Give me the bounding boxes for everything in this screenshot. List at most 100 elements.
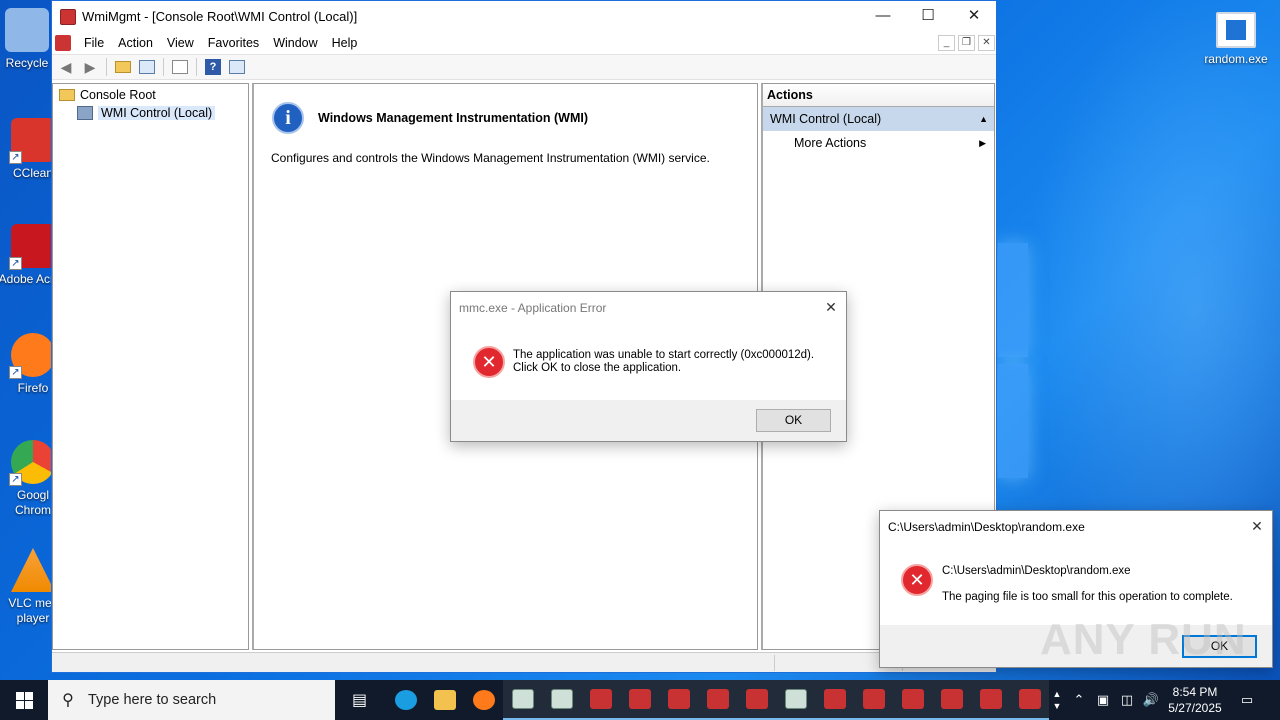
status-divider: [774, 655, 775, 671]
desktop-icon-label: random.exe: [1204, 52, 1268, 66]
wmi-heading: Windows Management Instrumentation (WMI): [318, 111, 589, 125]
show-hide-action-pane-icon[interactable]: [227, 57, 247, 77]
status-bar: [52, 652, 996, 672]
file-explorer-button[interactable]: [425, 680, 464, 720]
mmc-button-5[interactable]: [737, 680, 776, 720]
scroll-down-icon[interactable]: ▼: [1053, 700, 1062, 712]
firefox-icon: ↗: [9, 333, 55, 379]
title-bar[interactable]: WmiMgmt - [Console Root\WMI Control (Loc…: [52, 1, 996, 32]
menu-view[interactable]: View: [160, 36, 201, 50]
child-minimize-button[interactable]: _: [938, 35, 955, 51]
menu-action[interactable]: Action: [111, 36, 160, 50]
dialog-message: The application was unable to start corr…: [513, 349, 814, 375]
actions-section-wmi-control[interactable]: WMI Control (Local) ▲: [763, 107, 994, 131]
mmc-button-11[interactable]: [1010, 680, 1049, 720]
taskbar-search-box[interactable]: ⚲ Type here to search: [48, 680, 335, 720]
actions-section-label: WMI Control (Local): [770, 112, 882, 126]
scroll-up-icon[interactable]: ▲: [1053, 688, 1062, 700]
adobe-acrobat-icon: ↗: [9, 224, 55, 270]
close-button[interactable]: ✕: [951, 1, 997, 31]
firefox-button[interactable]: [464, 680, 503, 720]
chrome-icon: ↗: [9, 440, 55, 486]
more-actions-item[interactable]: More Actions ▶: [763, 131, 994, 155]
notification-center-button[interactable]: ▭: [1234, 680, 1260, 720]
help-icon[interactable]: ?: [203, 57, 223, 77]
maximize-button[interactable]: ☐: [905, 1, 951, 31]
exe-file-icon: [1216, 12, 1256, 48]
application-error-dialog: mmc.exe - Application Error ✕ ✕ The appl…: [450, 291, 847, 442]
back-arrow-icon[interactable]: ◀: [56, 57, 76, 77]
edge-button[interactable]: [386, 680, 425, 720]
shortcut-arrow-icon: ↗: [9, 473, 22, 486]
mmc-icon: [706, 689, 729, 709]
collapse-triangle-icon[interactable]: ▲: [979, 107, 988, 131]
mmc-button-8[interactable]: [893, 680, 932, 720]
network-icon-button[interactable]: ◫: [1116, 680, 1138, 720]
wmimgmt-button-1[interactable]: [503, 680, 542, 720]
wmi-description: Configures and controls the Windows Mana…: [271, 151, 710, 165]
volume-icon-button[interactable]: 🔊: [1140, 680, 1162, 720]
tree-node-console-root[interactable]: Console Root: [59, 86, 156, 104]
taskbar-clock[interactable]: 8:54 PM 5/27/2025: [1160, 684, 1230, 716]
minimize-button[interactable]: —: [860, 1, 906, 31]
desktop-icon-label: Recycle: [5, 56, 49, 70]
ok-button[interactable]: OK: [756, 409, 831, 432]
taskbar-scroll-arrows[interactable]: ▲ ▼: [1049, 680, 1065, 720]
menu-favorites[interactable]: Favorites: [201, 36, 266, 50]
mmc-icon: [589, 689, 612, 709]
dialog-message-line: Click OK to close the application.: [513, 362, 682, 374]
child-close-button[interactable]: ✕: [978, 35, 995, 51]
wmimgmt-icon: [511, 689, 534, 709]
mmc-button-4[interactable]: [698, 680, 737, 720]
up-folder-icon[interactable]: [113, 57, 133, 77]
mmc-button-7[interactable]: [854, 680, 893, 720]
tray-app-icon[interactable]: ▣: [1092, 680, 1114, 720]
dialog-close-button[interactable]: ✕: [821, 297, 841, 317]
shortcut-arrow-icon: ↗: [9, 366, 22, 379]
ccleaner-icon: ↗: [9, 118, 55, 164]
firefox-icon: [472, 690, 495, 710]
task-view-button[interactable]: ▤: [340, 680, 379, 720]
search-placeholder: Type here to search: [88, 692, 217, 708]
mmc-button-6[interactable]: [815, 680, 854, 720]
wmimgmt-button-2[interactable]: [542, 680, 581, 720]
mmc-button-10[interactable]: [971, 680, 1010, 720]
show-hide-tree-icon[interactable]: [137, 57, 157, 77]
forward-arrow-icon[interactable]: ▶: [80, 57, 100, 77]
folder-icon: [433, 690, 456, 710]
menu-file[interactable]: File: [77, 36, 111, 50]
recycle-bin-icon: [5, 8, 49, 52]
search-icon: ⚲: [62, 692, 74, 709]
properties-icon[interactable]: [170, 57, 190, 77]
mmc-icon: [628, 689, 651, 709]
tree-node-label: WMI Control (Local): [98, 106, 216, 120]
mmc-icon: [1018, 689, 1041, 709]
device-icon: ▣: [1096, 692, 1110, 707]
dialog-close-button[interactable]: ✕: [1247, 516, 1267, 536]
mmc-button-1[interactable]: [581, 680, 620, 720]
dialog-title: mmc.exe - Application Error: [459, 301, 607, 315]
vlc-icon: [11, 548, 55, 592]
folder-icon: [59, 89, 75, 101]
mmc-button-3[interactable]: [659, 680, 698, 720]
wmi-control-icon: [77, 106, 93, 120]
start-button[interactable]: [0, 680, 48, 720]
mmc-button-2[interactable]: [620, 680, 659, 720]
show-hidden-icons-button[interactable]: ⌃: [1068, 680, 1090, 720]
dialog-message-line: The application was unable to start corr…: [513, 349, 815, 361]
console-icon[interactable]: [55, 35, 71, 51]
mmc-icon: [901, 689, 924, 709]
clock-time: 8:54 PM: [1172, 685, 1218, 699]
tree-node-wmi-control[interactable]: WMI Control (Local): [77, 104, 216, 122]
child-restore-button[interactable]: ❐: [958, 35, 975, 51]
watermark: ANY RUN: [1040, 615, 1247, 664]
wmimgmt-button-3[interactable]: [776, 680, 815, 720]
notification-icon: ▭: [1240, 692, 1254, 707]
toolbar: ◀ ▶ ?: [52, 54, 996, 80]
dialog-title: C:\Users\admin\Desktop\random.exe: [888, 520, 1085, 534]
toolbar-separator: [163, 58, 164, 76]
menu-window[interactable]: Window: [266, 36, 324, 50]
desktop-icon-random-exe[interactable]: random.exe: [1201, 12, 1271, 67]
menu-help[interactable]: Help: [325, 36, 365, 50]
mmc-button-9[interactable]: [932, 680, 971, 720]
